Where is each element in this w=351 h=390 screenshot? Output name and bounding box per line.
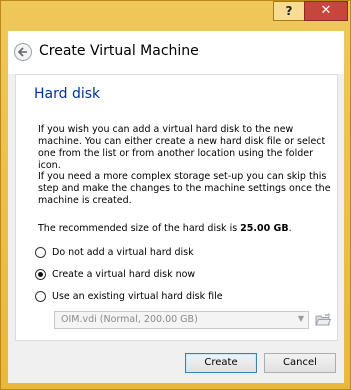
option-existing-disk[interactable]: Use an existing virtual hard disk file	[35, 289, 223, 303]
recommended-size-suffix: .	[288, 223, 292, 234]
intro-text: If you wish you can add a virtual hard d…	[38, 124, 326, 171]
option-create-disk[interactable]: Create a virtual hard disk now	[35, 267, 195, 281]
back-arrow-icon[interactable]	[14, 43, 32, 61]
existing-disk-select[interactable]: OIM.vdi (Normal, 200.00 GB) ▼	[54, 311, 309, 329]
folder-open-icon[interactable]	[314, 311, 332, 329]
option-no-disk[interactable]: Do not add a virtual hard disk	[35, 245, 194, 259]
radio-no-disk[interactable]	[35, 246, 46, 258]
option-label: Do not add a virtual hard disk	[52, 246, 194, 258]
wizard-title: Create Virtual Machine	[39, 43, 199, 59]
help-button[interactable]: ?	[273, 1, 305, 21]
recommended-size-value: 25.00 GB	[240, 223, 289, 234]
cancel-button[interactable]: Cancel	[264, 353, 336, 373]
recommended-size-text: The recommended size of the hard disk is…	[38, 223, 334, 235]
recommended-size-prefix: The recommended size of the hard disk is	[38, 223, 241, 234]
dialog-client-area: Create Virtual Machine Hard disk If you …	[8, 31, 344, 383]
section-title: Hard disk	[34, 86, 101, 102]
storage-setup-text: If you need a more complex storage set-u…	[38, 171, 331, 206]
wizard-header: Create Virtual Machine	[8, 31, 344, 74]
option-label: Use an existing virtual hard disk file	[52, 290, 223, 302]
existing-disk-select-value: OIM.vdi (Normal, 200.00 GB)	[61, 314, 198, 325]
close-button[interactable]: ✕	[304, 1, 348, 21]
option-label: Create a virtual hard disk now	[52, 268, 196, 280]
radio-existing-disk[interactable]	[35, 290, 46, 302]
title-bar[interactable]: ? ✕	[1, 1, 350, 23]
hard-disk-panel: Hard disk If you wish you can add a virt…	[15, 74, 338, 341]
dialog-window: ? ✕ Create Virtual Machine Hard disk If …	[0, 0, 351, 390]
radio-create-disk[interactable]	[35, 268, 46, 280]
chevron-down-icon: ▼	[297, 314, 304, 323]
create-button[interactable]: Create	[185, 353, 257, 373]
